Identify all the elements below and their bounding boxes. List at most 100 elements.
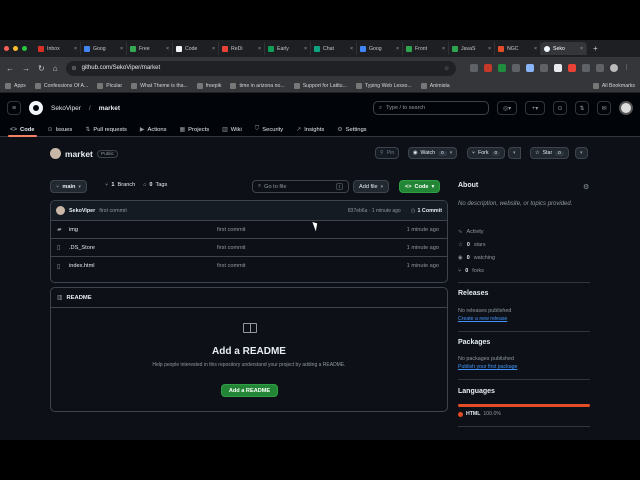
pull-requests-icon[interactable]: ⇅ <box>575 101 589 115</box>
notifications-inbox-icon[interactable]: ✉ <box>597 101 611 115</box>
publish-package-link[interactable]: Publish your first package <box>458 364 590 370</box>
close-icon[interactable]: × <box>74 46 77 52</box>
bookmark-item[interactable]: Support for Latitu... <box>293 82 347 89</box>
extension-icon[interactable] <box>497 64 506 72</box>
watch-button[interactable]: ◉ Watch 0 ▾ <box>408 147 458 159</box>
bookmark-star-icon[interactable]: ☆ <box>444 65 449 72</box>
extension-icon[interactable] <box>539 64 548 72</box>
code-button[interactable]: <> Code ▾ <box>399 180 441 193</box>
tab-actions[interactable]: ▶ Actions <box>140 123 167 137</box>
forward-arrow-icon[interactable]: → <box>22 64 30 73</box>
browser-tab[interactable]: Goog × <box>357 42 403 55</box>
close-icon[interactable]: × <box>304 46 307 52</box>
close-icon[interactable]: × <box>120 46 123 52</box>
tab-projects[interactable]: ▦ Projects <box>180 123 210 137</box>
profile-avatar-icon[interactable] <box>609 64 618 72</box>
bookmark-item[interactable]: Picular <box>97 82 122 89</box>
copilot-icon[interactable]: ◎▾ <box>497 101 517 115</box>
bookmark-item[interactable]: What Theme is tha... <box>131 82 188 89</box>
browser-tab[interactable]: Inbox × <box>35 42 81 55</box>
menu-kebab-icon[interactable]: ⋮ <box>624 64 632 72</box>
extension-icon[interactable] <box>525 64 534 72</box>
file-name[interactable]: .DS_Store <box>69 245 217 251</box>
stars-link[interactable]: ☆ 0 stars <box>458 238 590 251</box>
star-dropdown-button[interactable]: ▾ <box>575 147 588 159</box>
github-logo-icon[interactable] <box>29 101 43 115</box>
pin-button[interactable]: ⚲ Pin <box>375 147 400 159</box>
browser-tab[interactable]: Early × <box>265 42 311 55</box>
file-name[interactable]: img <box>69 227 217 233</box>
file-commit-message[interactable]: first commit <box>217 263 246 269</box>
close-icon[interactable]: × <box>350 46 353 52</box>
extension-icon[interactable] <box>553 64 562 72</box>
hamburger-menu-icon[interactable]: ≡ <box>7 101 21 115</box>
commit-hash[interactable]: 837eb6a · 1 minute ago <box>348 208 401 214</box>
browser-tab[interactable]: Code × <box>173 42 219 55</box>
tab-code[interactable]: <> Code <box>8 123 37 137</box>
table-row[interactable]: ▯ .DS_Store first commit 1 minute ago <box>51 239 447 257</box>
reload-icon[interactable]: ↻ <box>38 64 45 73</box>
search-input[interactable]: ⌕ Type / to search <box>373 101 489 115</box>
commit-author[interactable]: SekoViper <box>69 208 95 214</box>
tab-insights[interactable]: ↗ Insights <box>296 123 324 137</box>
fork-dropdown-button[interactable]: ▾ <box>508 147 521 159</box>
bookmark-item[interactable]: time in arizona no... <box>230 82 285 89</box>
all-bookmarks[interactable]: All Bookmarks <box>592 82 635 89</box>
tags-link[interactable]: ⌂ 0 Tags <box>143 182 167 188</box>
gear-icon[interactable]: ⚙ <box>583 183 589 191</box>
close-icon[interactable]: × <box>212 46 215 52</box>
close-icon[interactable]: × <box>258 46 261 52</box>
minimize-window-button[interactable] <box>13 46 18 51</box>
tab-wiki[interactable]: ▥ Wiki <box>222 123 242 137</box>
breadcrumb-owner[interactable]: SekoViper <box>51 105 81 112</box>
commit-message[interactable]: first commit <box>99 208 127 214</box>
new-tab-button[interactable]: + <box>593 44 598 53</box>
bookmark-item[interactable]: Typing Web Lesso... <box>355 82 412 89</box>
close-icon[interactable]: × <box>442 46 445 52</box>
create-release-link[interactable]: Create a new release <box>458 316 590 322</box>
close-icon[interactable]: × <box>580 46 583 52</box>
close-window-button[interactable] <box>4 46 9 51</box>
repo-name[interactable]: market <box>65 149 93 159</box>
close-icon[interactable]: × <box>166 46 169 52</box>
bookmark-item[interactable]: Confessions Of A... <box>34 82 88 89</box>
releases-heading[interactable]: Releases <box>458 290 590 297</box>
issues-icon[interactable]: ⊙ <box>553 101 567 115</box>
tab-security[interactable]: ⛉ Security <box>255 123 283 137</box>
file-commit-message[interactable]: first commit <box>217 245 246 251</box>
bookmark-item[interactable]: freepik <box>196 82 221 89</box>
browser-tab[interactable]: Front × <box>403 42 449 55</box>
avatar[interactable] <box>56 206 65 215</box>
commits-link[interactable]: ◷ 1 Commit <box>411 208 442 214</box>
breadcrumb-repo[interactable]: market <box>99 105 120 112</box>
create-new-plus-icon[interactable]: +▾ <box>525 101 545 115</box>
fork-button[interactable]: ⑂ Fork 0 <box>467 147 506 159</box>
branches-link[interactable]: ⑂ 1 Branch <box>105 182 135 188</box>
close-icon[interactable]: × <box>396 46 399 52</box>
maximize-window-button[interactable] <box>22 46 27 51</box>
browser-tab[interactable]: Goog × <box>81 42 127 55</box>
browser-tab[interactable]: Free × <box>127 42 173 55</box>
tab-pull-requests[interactable]: ⇅ Pull requests <box>85 123 127 137</box>
activity-link[interactable]: ∿ Activity <box>458 225 590 238</box>
language-item[interactable]: HTML 100.0% <box>458 411 501 417</box>
browser-tab[interactable]: ReDi × <box>219 42 265 55</box>
packages-heading[interactable]: Packages <box>458 339 590 346</box>
bookmark-item[interactable]: Animista <box>420 82 450 89</box>
extension-icon[interactable] <box>469 64 478 72</box>
user-avatar[interactable] <box>619 101 633 115</box>
owner-avatar[interactable] <box>50 148 61 159</box>
table-row[interactable]: ▯ index.html first commit 1 minute ago <box>51 257 447 275</box>
add-file-button[interactable]: Add file ▾ <box>353 180 390 193</box>
browser-tab[interactable]: JavaS × <box>449 42 495 55</box>
extension-icon[interactable] <box>567 64 576 72</box>
branch-selector[interactable]: ⑂ main ▾ <box>50 180 87 193</box>
home-icon[interactable]: ⌂ <box>53 64 58 73</box>
extension-icon[interactable] <box>483 64 492 72</box>
browser-tab[interactable]: NGC × <box>495 42 541 55</box>
back-arrow-icon[interactable]: ← <box>6 64 14 73</box>
tab-issues[interactable]: ⊙ Issues <box>48 123 73 137</box>
watchers-link[interactable]: ◉ 0 watching <box>458 251 590 264</box>
tab-settings[interactable]: ⚙ Settings <box>337 123 366 137</box>
site-info-icon[interactable]: ⊜ <box>72 65 77 72</box>
